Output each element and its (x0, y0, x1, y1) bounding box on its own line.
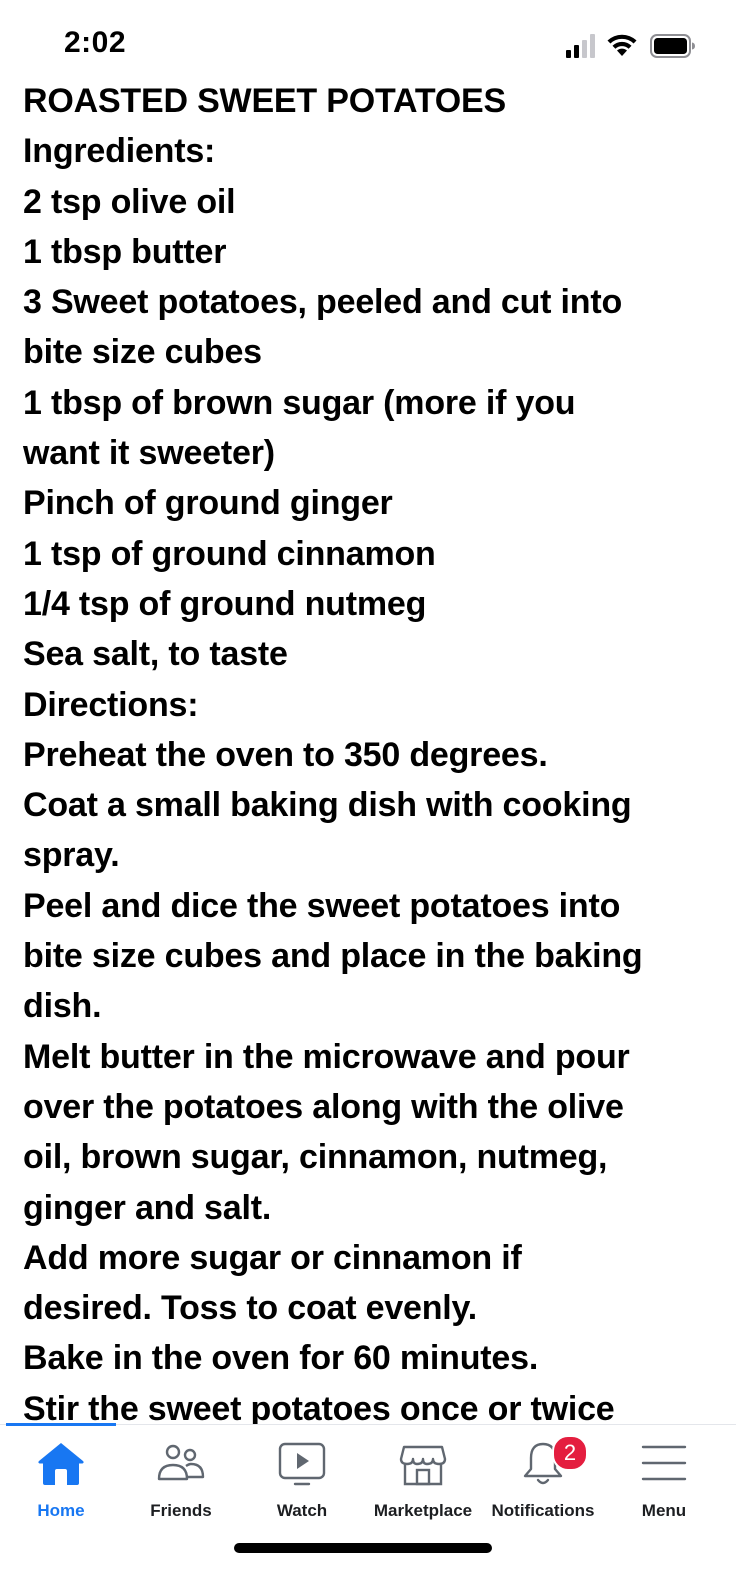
recipe-line: Melt butter in the microwave and pour (23, 1037, 630, 1076)
recipe-line: bite size cubes and place in the baking (23, 937, 643, 976)
active-tab-indicator (6, 1423, 116, 1426)
recipe-line: Sea salt, to taste (23, 635, 288, 674)
recipe-line: bite size cubes (23, 333, 262, 372)
watch-icon (278, 1442, 326, 1486)
recipe-line: Stir the sweet potatoes once or twice (23, 1389, 615, 1424)
recipe-line: Preheat the oven to 350 degrees. (23, 735, 548, 774)
recipe-line: 3 Sweet potatoes, peeled and cut into (23, 283, 623, 322)
tab-label: Friends (150, 1501, 212, 1520)
recipe-line: 2 tsp olive oil (23, 182, 236, 221)
tab-label: Watch (276, 1501, 328, 1520)
tab-label: Notifications (491, 1501, 595, 1520)
tab-watch[interactable]: Watch (241, 1439, 363, 1539)
recipe-line: oil, brown sugar, cinnamon, nutmeg, (23, 1138, 608, 1177)
home-icon (38, 1443, 84, 1485)
post-content: ROASTED SWEET POTATOES Ingredients: 2 tsp … (0, 0, 736, 1424)
recipe-text: ROASTED SWEET POTATOES Ingredients: 2 tsp … (23, 76, 713, 1424)
recipe-line: over the potatoes along with the olive (23, 1087, 624, 1126)
recipe-line: spray. (23, 836, 120, 875)
tab-notifications[interactable]: 2 Notifications (482, 1435, 604, 1539)
tab-friends[interactable]: Friends (120, 1439, 242, 1539)
tab-label: Home (37, 1501, 85, 1520)
tab-label: Menu (641, 1501, 687, 1520)
recipe-line: dish. (23, 987, 102, 1026)
recipe-line: Add more sugar or cinnamon if (23, 1238, 522, 1277)
bottom-tab-bar: Home Friends Watch Marketplace 2 Notific… (0, 1423, 736, 1593)
recipe-line: Coat a small baking dish with cooking (23, 786, 632, 825)
recipe-line: ginger and salt. (23, 1188, 272, 1227)
tab-marketplace[interactable]: Marketplace (362, 1439, 484, 1539)
recipe-line: Ingredients: (23, 132, 216, 171)
menu-icon (641, 1445, 687, 1481)
friends-icon (157, 1444, 205, 1481)
recipe-line: Peel and dice the sweet potatoes into (23, 886, 621, 925)
recipe-line: Directions: (23, 685, 199, 724)
recipe-line: 1 tsp of ground cinnamon (23, 534, 436, 573)
notification-count-badge: 2 (552, 1435, 588, 1471)
recipe-line: Pinch of ground ginger (23, 484, 393, 523)
home-indicator[interactable] (234, 1543, 492, 1553)
recipe-line: 1/4 tsp of ground nutmeg (23, 584, 427, 623)
tab-home[interactable]: Home (0, 1439, 122, 1539)
recipe-line: Bake in the oven for 60 minutes. (23, 1339, 539, 1378)
recipe-line: desired. Toss to coat evenly. (23, 1289, 477, 1328)
recipe-line: 1 tbsp of brown sugar (more if you (23, 383, 576, 422)
tab-menu[interactable]: Menu (603, 1439, 725, 1539)
tab-label: Marketplace (373, 1501, 473, 1520)
recipe-line: want it sweeter) (23, 434, 275, 473)
recipe-title: ROASTED SWEET POTATOES (23, 82, 506, 120)
marketplace-icon (399, 1445, 447, 1486)
recipe-line: 1 tbsp butter (23, 232, 227, 271)
